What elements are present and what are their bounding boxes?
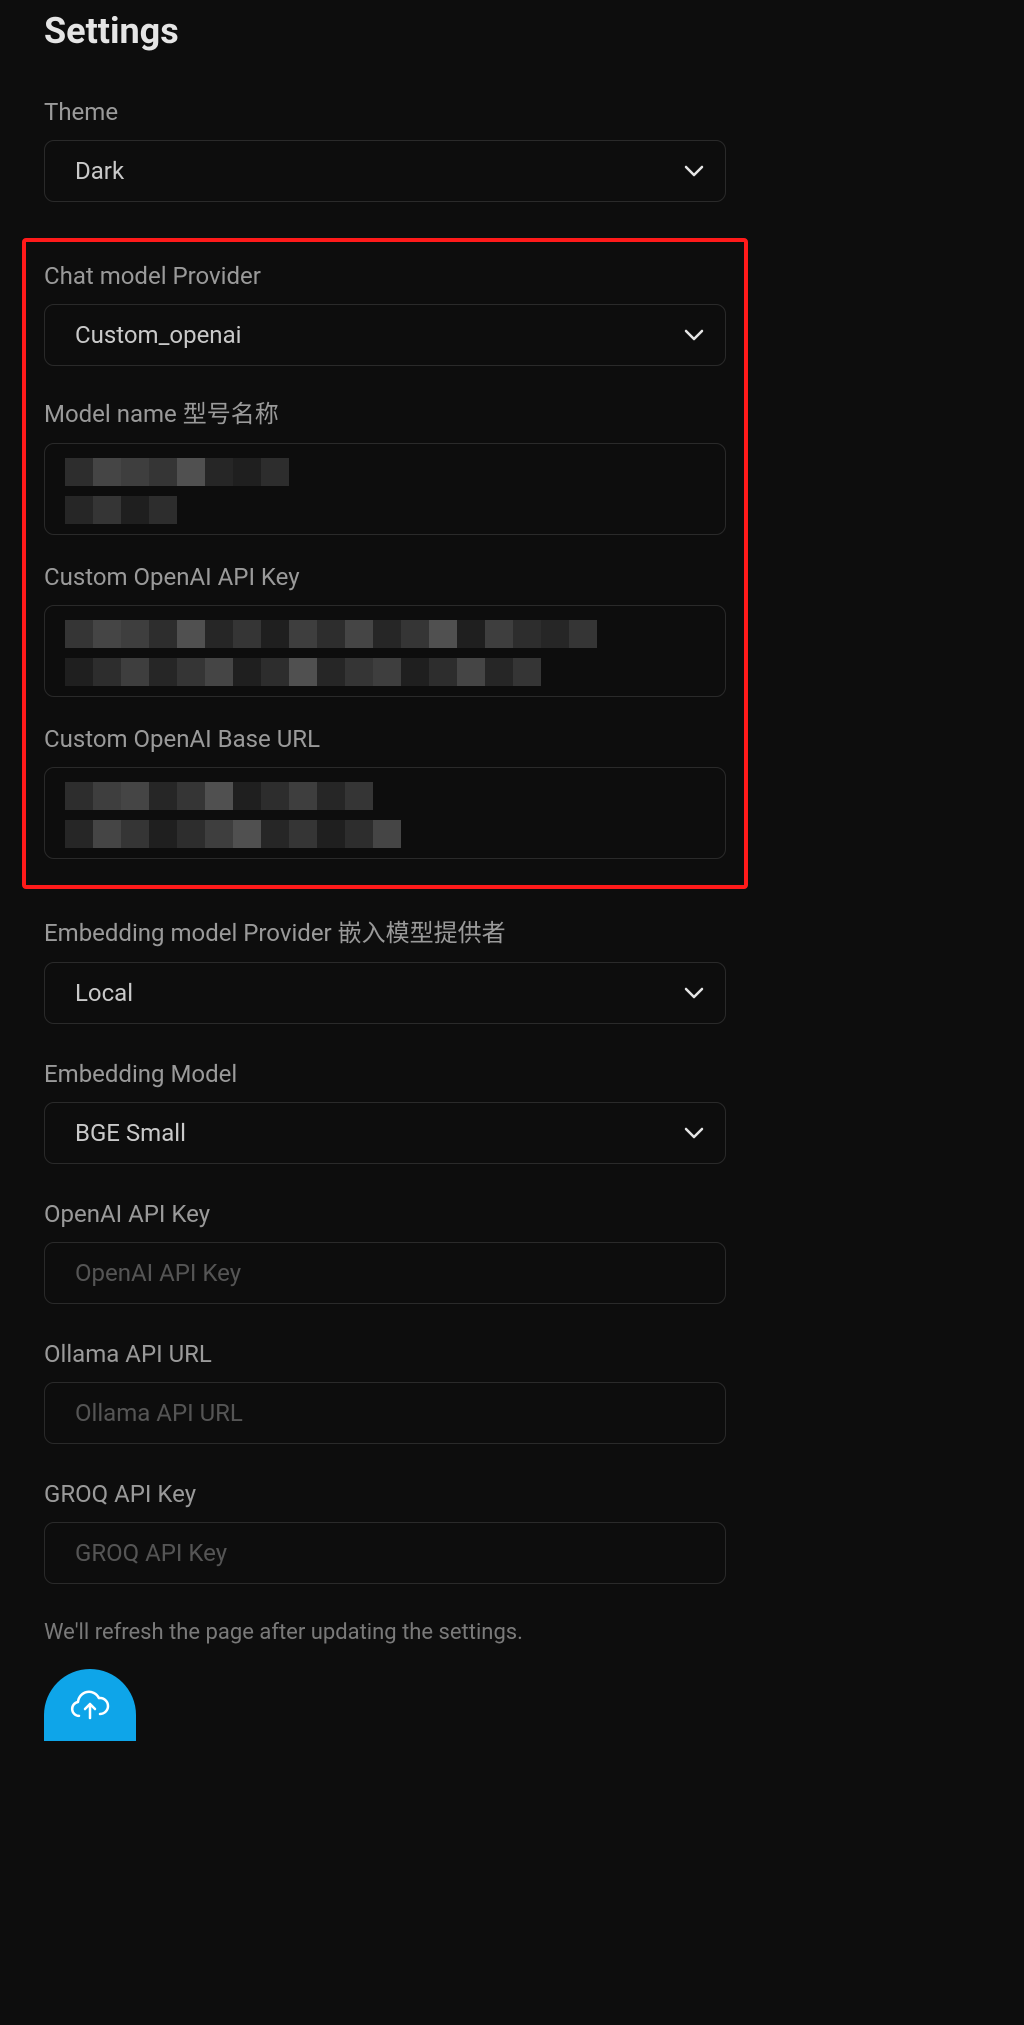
embedding-provider-select[interactable]: Local bbox=[44, 962, 726, 1024]
embedding-model-label: Embedding Model bbox=[44, 1060, 726, 1088]
settings-panel: Settings Theme Dark Chat model Provider … bbox=[0, 0, 770, 1781]
embedding-provider-label: Embedding model Provider 嵌入模型提供者 bbox=[44, 913, 726, 948]
custom-base-url-field: Custom OpenAI Base URL bbox=[44, 725, 726, 859]
model-name-input[interactable] bbox=[44, 443, 726, 535]
theme-select[interactable]: Dark bbox=[44, 140, 726, 202]
page-title: Settings bbox=[44, 10, 726, 52]
ollama-url-label: Ollama API URL bbox=[44, 1340, 726, 1368]
custom-openai-group: Chat model Provider Custom_openai Model … bbox=[22, 238, 748, 889]
openai-key-input[interactable] bbox=[44, 1242, 726, 1304]
custom-base-url-input[interactable] bbox=[44, 767, 726, 859]
custom-api-key-field: Custom OpenAI API Key bbox=[44, 563, 726, 697]
chat-provider-field: Chat model Provider Custom_openai bbox=[44, 262, 726, 366]
openai-key-field: OpenAI API Key bbox=[44, 1200, 726, 1304]
save-settings-button[interactable] bbox=[44, 1669, 136, 1741]
chat-provider-label: Chat model Provider bbox=[44, 262, 726, 290]
cloud-upload-icon bbox=[69, 1688, 111, 1722]
chat-provider-select[interactable]: Custom_openai bbox=[44, 304, 726, 366]
embedding-provider-field: Embedding model Provider 嵌入模型提供者 Local bbox=[44, 913, 726, 1024]
embedding-model-field: Embedding Model BGE Small bbox=[44, 1060, 726, 1164]
theme-label: Theme bbox=[44, 98, 726, 126]
ollama-url-input[interactable] bbox=[44, 1382, 726, 1444]
model-name-label: Model name 型号名称 bbox=[44, 394, 726, 429]
custom-api-key-input[interactable] bbox=[44, 605, 726, 697]
scrollbar-track[interactable] bbox=[1018, 0, 1024, 2025]
groq-key-field: GROQ API Key bbox=[44, 1480, 726, 1584]
footer-note: We'll refresh the page after updating th… bbox=[44, 1620, 726, 1645]
theme-field: Theme Dark bbox=[44, 98, 726, 202]
custom-base-url-label: Custom OpenAI Base URL bbox=[44, 725, 726, 753]
openai-key-label: OpenAI API Key bbox=[44, 1200, 726, 1228]
ollama-url-field: Ollama API URL bbox=[44, 1340, 726, 1444]
embedding-model-select[interactable]: BGE Small bbox=[44, 1102, 726, 1164]
groq-key-label: GROQ API Key bbox=[44, 1480, 726, 1508]
custom-api-key-label: Custom OpenAI API Key bbox=[44, 563, 726, 591]
model-name-field: Model name 型号名称 bbox=[44, 394, 726, 535]
groq-key-input[interactable] bbox=[44, 1522, 726, 1584]
